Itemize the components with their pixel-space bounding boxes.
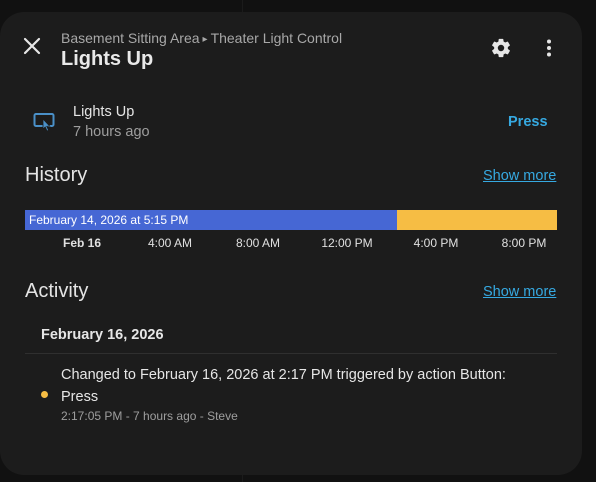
history-show-more-link[interactable]: Show more (483, 168, 556, 184)
gear-icon (492, 38, 510, 58)
close-icon (23, 37, 41, 55)
dialog-header: Basement Sitting Area ▸ Theater Light Cont… (0, 12, 582, 82)
more-vertical-icon (547, 39, 551, 57)
timeline-tick: 8:00 PM (501, 236, 547, 250)
timeline-tick: 8:00 AM (235, 236, 281, 250)
activity-entry-meta: 2:17:05 PM - 7 hours ago - Steve (61, 409, 238, 423)
more-options-button[interactable] (535, 34, 563, 62)
breadcrumb-area: Basement Sitting Area (61, 30, 200, 46)
activity-day-heading: February 16, 2026 (41, 327, 164, 343)
breadcrumb: Basement Sitting Area ▸ Theater Light Cont… (61, 30, 342, 46)
more-info-dialog: Basement Sitting Area ▸ Theater Light Cont… (0, 12, 582, 475)
breadcrumb-device: Theater Light Control (210, 30, 343, 46)
timeline-tick: 4:00 AM (147, 236, 193, 250)
timeline-tick: Feb 16 (62, 236, 102, 250)
breadcrumb-separator: ▸ (202, 34, 208, 45)
activity-heading: Activity (25, 280, 89, 302)
press-button[interactable]: Press (498, 110, 558, 134)
history-segment-label: February 14, 2026 at 5:15 PM (29, 213, 189, 227)
history-segment-past[interactable]: February 14, 2026 at 5:15 PM (25, 210, 397, 230)
timeline-tick: 12:00 PM (321, 236, 373, 250)
activity-show-more-link[interactable]: Show more (483, 284, 556, 300)
entity-name: Lights Up (73, 104, 135, 120)
timeline-tick: 4:00 PM (413, 236, 459, 250)
activity-divider (25, 353, 557, 354)
history-heading: History (25, 164, 88, 186)
close-button[interactable] (18, 32, 46, 60)
history-segment-recent[interactable] (397, 210, 557, 230)
history-timeline[interactable]: February 14, 2026 at 5:15 PM (25, 210, 557, 230)
activity-status-dot (41, 391, 48, 398)
dialog-title: Lights Up (61, 48, 154, 70)
entity-last-changed: 7 hours ago (73, 124, 150, 140)
settings-button[interactable] (487, 34, 515, 62)
gesture-tap-button-icon (33, 113, 55, 132)
activity-entry-text[interactable]: Changed to February 16, 2026 at 2:17 PM … (61, 364, 541, 408)
entity-state-row: Lights Up 7 hours ago Press (0, 100, 582, 146)
